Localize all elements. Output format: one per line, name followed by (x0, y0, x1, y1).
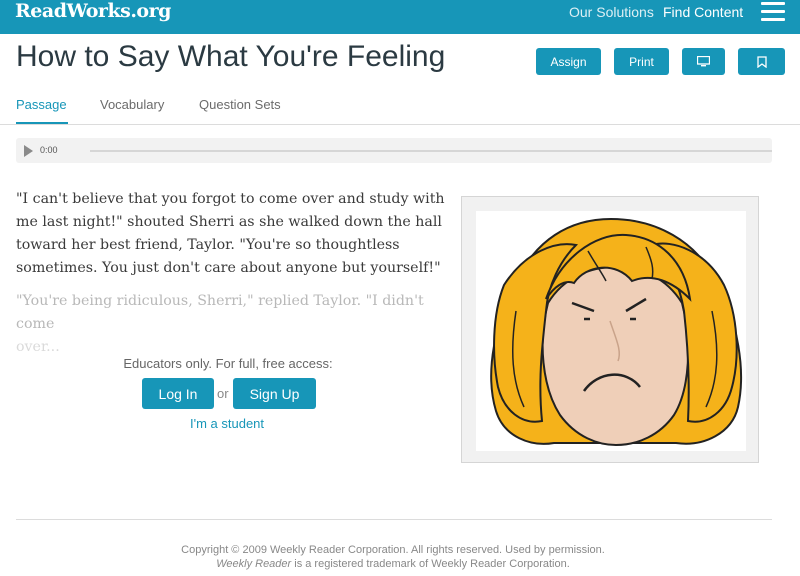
copyright-line-2: Weekly Reader is a registered trademark … (0, 557, 786, 571)
access-prompt: Educators only. For full, free access: (100, 356, 356, 371)
audio-progress-track[interactable] (90, 150, 772, 152)
bookmark-icon (756, 55, 767, 68)
content-tabs: Passage Vocabulary Question Sets (0, 96, 800, 125)
audio-player: 0:00 (16, 138, 772, 163)
nav-find-content[interactable]: Find Content (663, 4, 743, 20)
play-icon[interactable] (24, 145, 33, 157)
readworks-logo[interactable]: ReadWorks.org (15, 0, 171, 22)
passage-paragraph-faded: "You're being ridiculous, Sherri," repli… (16, 290, 446, 359)
assign-button[interactable]: Assign (536, 48, 601, 75)
trademark-text: is a registered trademark of Weekly Read… (291, 558, 570, 570)
tab-vocabulary[interactable]: Vocabulary (100, 97, 164, 112)
copyright-notice: Copyright © 2009 Weekly Reader Corporati… (0, 543, 786, 571)
educators-only-label: Educators only. For full, free access: (123, 356, 333, 371)
hamburger-icon[interactable] (761, 2, 785, 22)
tab-question-sets[interactable]: Question Sets (199, 97, 281, 112)
print-button[interactable]: Print (614, 48, 669, 75)
student-link[interactable]: I'm a student (190, 416, 264, 431)
page-title: How to Say What You're Feeling (16, 40, 446, 73)
log-in-button[interactable]: Log In (142, 378, 214, 409)
or-label: or (217, 386, 229, 401)
audio-current-time: 0:00 (40, 145, 58, 155)
tab-passage[interactable]: Passage (16, 97, 67, 112)
passage-paragraph-2: "You're being ridiculous, Sherri," repli… (16, 293, 424, 332)
active-tab-indicator (16, 122, 68, 124)
passage-paragraph: "I can't believe that you forgot to come… (16, 191, 445, 276)
angry-girl-illustration (476, 211, 746, 451)
nav-our-solutions[interactable]: Our Solutions (569, 4, 654, 20)
monitor-icon (697, 56, 710, 67)
footer-divider (16, 519, 772, 520)
top-navigation-bar: ReadWorks.org Our Solutions Find Content (0, 0, 800, 34)
passage-illustration (461, 196, 759, 463)
copyright-line-1: Copyright © 2009 Weekly Reader Corporati… (181, 544, 605, 556)
passage-text: "I can't believe that you forgot to come… (16, 188, 446, 359)
bookmark-button[interactable] (738, 48, 785, 75)
sign-up-button[interactable]: Sign Up (233, 378, 316, 409)
trademark-name: Weekly Reader (216, 558, 292, 570)
projector-view-button[interactable] (682, 48, 725, 75)
passage-paragraph-2-tail: over... (16, 339, 60, 355)
